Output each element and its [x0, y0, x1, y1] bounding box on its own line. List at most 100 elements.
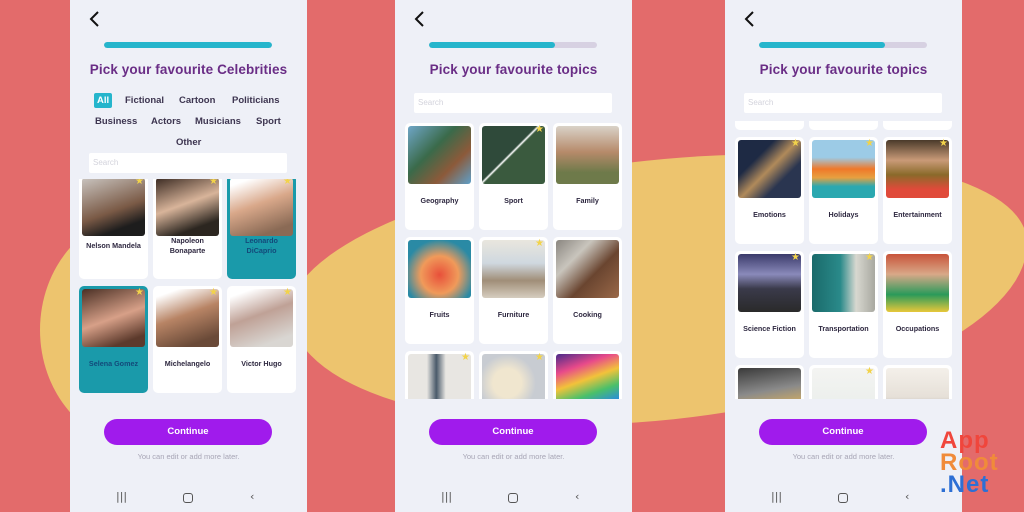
continue-button[interactable]: Continue: [759, 419, 927, 445]
card-fruits[interactable]: Fruits: [405, 237, 474, 344]
star-icon: ★: [535, 352, 544, 363]
card-topic[interactable]: ★: [405, 351, 474, 399]
search-input[interactable]: Search: [414, 93, 612, 113]
card-cooking[interactable]: Cooking: [553, 237, 622, 344]
back-button[interactable]: [86, 10, 104, 28]
filter-chip-actors[interactable]: Actors: [148, 114, 184, 129]
star-icon: ★: [865, 366, 874, 377]
card-emotions[interactable]: ★ Emotions: [735, 137, 804, 244]
card-label: Occupations: [895, 324, 940, 333]
back-button[interactable]: [411, 10, 429, 28]
filter-chip-all[interactable]: All: [94, 93, 113, 108]
star-icon: ★: [283, 179, 292, 187]
home-icon[interactable]: [508, 493, 518, 503]
page-title: Pick your favourite Celebrities: [89, 62, 288, 77]
card-selena-gomez[interactable]: ★ Selena Gomez: [79, 286, 148, 393]
search-input[interactable]: Search: [744, 93, 942, 113]
card-topic[interactable]: [883, 365, 952, 399]
celebrity-image: [230, 179, 293, 236]
card-label: Geography: [420, 196, 459, 205]
card-topic[interactable]: [735, 121, 804, 130]
filter-chip-business[interactable]: Business: [92, 114, 140, 129]
system-nav-bar: ||| ‹: [70, 490, 307, 506]
star-icon: ★: [865, 252, 874, 263]
card-label: Entertainment: [893, 210, 942, 219]
system-nav-bar: ||| ‹: [725, 490, 962, 506]
card-label: Michelangelo: [164, 359, 211, 368]
filter-chip-cartoon[interactable]: Cartoon: [176, 93, 218, 108]
star-icon: ★: [209, 287, 218, 298]
star-icon: ★: [461, 352, 470, 363]
star-icon: ★: [535, 124, 544, 135]
page-title: Pick your favourite topics: [759, 62, 928, 77]
card-topic[interactable]: [735, 365, 804, 399]
celebrity-image: [156, 179, 219, 236]
card-transportation[interactable]: ★ Transportation: [809, 251, 878, 358]
card-entertainment[interactable]: ★ Entertainment: [883, 137, 952, 244]
filter-chip-fictional[interactable]: Fictional: [122, 93, 167, 108]
card-science-fiction[interactable]: ★ Science Fiction: [735, 251, 804, 358]
card-label: Transportation: [818, 324, 869, 333]
recents-icon[interactable]: |||: [771, 490, 782, 504]
card-occupations[interactable]: Occupations: [883, 251, 952, 358]
progress-fill: [104, 42, 272, 48]
card-holidays[interactable]: ★ Holidays: [809, 137, 878, 244]
chevron-left-icon: [89, 11, 99, 27]
card-label: Nelson Mandela: [86, 241, 141, 250]
progress-bar: [759, 42, 927, 48]
recents-icon[interactable]: |||: [441, 490, 452, 504]
home-icon[interactable]: [183, 493, 193, 503]
star-icon: ★: [791, 252, 800, 263]
filter-chip-other[interactable]: Other: [173, 135, 204, 150]
card-topic[interactable]: [809, 121, 878, 130]
star-icon: ★: [865, 138, 874, 149]
back-icon[interactable]: ‹: [575, 490, 579, 504]
topic-image: [886, 368, 949, 399]
card-topic[interactable]: ★: [479, 351, 548, 399]
progress-fill: [429, 42, 555, 48]
filter-chip-politicians[interactable]: Politicians: [229, 93, 283, 108]
card-label: Furniture: [497, 310, 530, 319]
card-victor-hugo[interactable]: ★ Victor Hugo: [227, 286, 296, 393]
hint-text: You can edit or add more later.: [792, 452, 895, 461]
approot-logo: App Root .Net: [940, 429, 999, 497]
back-button[interactable]: [741, 10, 759, 28]
card-label: Napoleon Bonaparte: [169, 236, 206, 255]
phone-screen-topics: Pick your favourite topics Search Geogra…: [395, 0, 632, 512]
card-topic[interactable]: [883, 121, 952, 130]
back-icon[interactable]: ‹: [250, 490, 254, 504]
continue-button[interactable]: Continue: [104, 419, 272, 445]
card-furniture[interactable]: ★ Furniture: [479, 237, 548, 344]
filter-chip-sport[interactable]: Sport: [253, 114, 284, 129]
card-topic[interactable]: ★: [809, 365, 878, 399]
continue-button[interactable]: Continue: [429, 419, 597, 445]
card-label: Selena Gomez: [88, 359, 139, 368]
card-family[interactable]: Family: [553, 123, 622, 230]
card-label: Family: [576, 196, 599, 205]
card-topic[interactable]: [553, 351, 622, 399]
star-icon: ★: [791, 138, 800, 149]
progress-bar: [104, 42, 272, 48]
card-napoleon-bonaparte[interactable]: ★ Napoleon Bonaparte: [153, 179, 222, 279]
topic-image: [556, 240, 619, 298]
card-sport[interactable]: ★ Sport: [479, 123, 548, 230]
home-icon[interactable]: [838, 493, 848, 503]
card-nelson-mandela[interactable]: ★ Nelson Mandela: [79, 179, 148, 279]
card-michelangelo[interactable]: ★ Michelangelo: [153, 286, 222, 393]
back-icon[interactable]: ‹: [905, 490, 909, 504]
chevron-left-icon: [414, 11, 424, 27]
star-icon: ★: [135, 179, 144, 187]
filter-chip-musicians[interactable]: Musicians: [192, 114, 244, 129]
recents-icon[interactable]: |||: [116, 490, 127, 504]
card-geography[interactable]: Geography: [405, 123, 474, 230]
chevron-left-icon: [744, 11, 754, 27]
topic-grid: Geography ★ Sport Family Fruits ★ Furnit…: [403, 121, 624, 399]
card-leonardo-dicaprio[interactable]: ★ Leonardo DiCaprio: [227, 179, 296, 279]
search-input[interactable]: Search: [89, 153, 287, 173]
topic-image: [738, 368, 801, 399]
topic-image: [408, 240, 471, 298]
star-icon: ★: [209, 179, 218, 187]
hint-text: You can edit or add more later.: [137, 452, 240, 461]
phone-screen-topics-scrolled: Pick your favourite topics Search ★ Emot…: [725, 0, 962, 512]
star-icon: ★: [939, 138, 948, 149]
